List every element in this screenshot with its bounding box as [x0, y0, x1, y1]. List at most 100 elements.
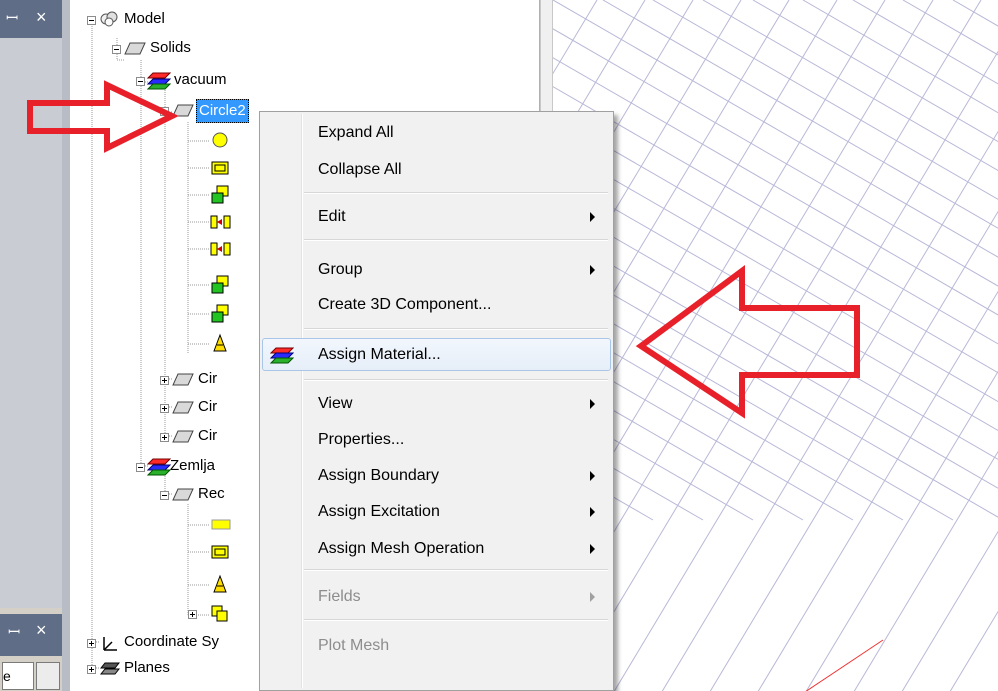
- expand-icon[interactable]: [160, 376, 169, 385]
- submenu-arrow-icon: [590, 592, 595, 602]
- tree-label-vacuum: vacuum: [174, 71, 227, 88]
- solid-icon: [172, 488, 194, 501]
- menu-separator: [304, 569, 608, 571]
- tree-label-coordinate-systems: Coordinate Sy: [124, 633, 220, 650]
- grid-line: [661, 130, 998, 691]
- pane-text-field[interactable]: e: [2, 662, 34, 690]
- tree-item-solids[interactable]: Solids: [112, 37, 312, 61]
- move-icon: [210, 215, 231, 229]
- tree-label-solids: Solids: [150, 39, 191, 56]
- solid-icon: [124, 42, 146, 55]
- pin-icon[interactable]: ꟷ: [6, 8, 18, 28]
- menu-separator: [304, 192, 608, 194]
- grid-line: [613, 50, 998, 691]
- menu-item-create-3d-component[interactable]: Create 3D Component...: [262, 290, 611, 320]
- duplicate-icon: [211, 185, 229, 204]
- properties-pane-body: [0, 38, 62, 608]
- grid-line: [852, 0, 998, 85]
- grid-line: [952, 0, 998, 27]
- tree-item-zemlja[interactable]: Zemlja: [136, 455, 276, 479]
- menu-item-label: Assign Material...: [318, 346, 441, 363]
- tree-item-model[interactable]: Model: [86, 8, 286, 32]
- menu-item-assign-excitation[interactable]: Assign Excitation: [262, 497, 611, 527]
- duplicate-icon: [211, 275, 229, 294]
- tree-label-circle2[interactable]: Circle2: [196, 99, 249, 123]
- cover-lines-icon: [211, 161, 229, 175]
- tree-item-coordinate-systems[interactable]: Coordinate Sy: [86, 631, 286, 655]
- submenu-arrow-icon: [590, 399, 595, 409]
- expand-icon[interactable]: [87, 665, 96, 674]
- close-icon[interactable]: ×: [36, 7, 47, 28]
- sweep-icon: [213, 574, 227, 593]
- menu-item-plot-mesh: Plot Mesh: [262, 631, 611, 661]
- menu-item-fields: Fields: [262, 582, 611, 612]
- menu-item-expand-all[interactable]: Expand All: [262, 118, 611, 148]
- expand-icon[interactable]: [160, 404, 169, 413]
- menu-item-label: Properties...: [318, 431, 405, 448]
- collapse-icon[interactable]: [87, 16, 96, 25]
- collapse-icon[interactable]: [160, 491, 169, 500]
- pane-button[interactable]: [36, 662, 60, 690]
- collapse-icon[interactable]: [112, 45, 121, 54]
- menu-item-view[interactable]: View: [262, 389, 611, 419]
- menu-item-label: View: [318, 395, 353, 412]
- menu-item-edit[interactable]: Edit: [262, 202, 611, 232]
- menu-item-label: Expand All: [318, 124, 394, 141]
- collapse-icon[interactable]: [136, 463, 145, 472]
- menu-separator: [304, 619, 608, 621]
- tree-label-zemlja: Zemlja: [170, 457, 216, 474]
- tree-item-vacuum[interactable]: vacuum: [136, 69, 336, 93]
- solid-icon: [172, 430, 194, 443]
- menu-separator: [304, 328, 608, 330]
- collapse-icon[interactable]: [160, 107, 169, 116]
- grid-line: [997, 690, 998, 691]
- submenu-arrow-icon: [590, 507, 595, 517]
- menu-item-label: Assign Excitation: [318, 503, 440, 520]
- material-icon: [147, 72, 171, 90]
- collapse-icon[interactable]: [136, 77, 145, 86]
- expand-icon[interactable]: [87, 639, 96, 648]
- modeler-3d-view[interactable]: [553, 0, 998, 691]
- pin-icon[interactable]: ꟷ: [8, 622, 20, 642]
- tree-label-circle: Cir: [198, 370, 218, 387]
- solid-icon: [172, 401, 194, 414]
- expand-icon[interactable]: [160, 433, 169, 442]
- grid-line: [805, 370, 998, 691]
- grid-line: [949, 610, 998, 691]
- menu-item-label: Fields: [318, 588, 361, 605]
- tree-label-circle: Cir: [198, 427, 218, 444]
- move-icon: [210, 242, 231, 256]
- menu-item-collapse-all[interactable]: Collapse All: [262, 155, 611, 185]
- menu-item-label: Plot Mesh: [318, 637, 390, 654]
- unite-icon: [211, 605, 228, 622]
- menu-item-assign-material[interactable]: Assign Material...: [262, 338, 611, 371]
- duplicate-icon: [211, 304, 229, 323]
- grid-line: [757, 290, 998, 691]
- tree-label-rectangle: Rec: [198, 485, 225, 502]
- menu-item-label: Assign Mesh Operation: [318, 540, 485, 557]
- coordinate-system-icon: [103, 637, 117, 651]
- material-icon: [147, 458, 171, 476]
- cover-lines-icon: [211, 545, 229, 559]
- menu-item-group[interactable]: Group: [262, 255, 611, 285]
- submenu-arrow-icon: [590, 265, 595, 275]
- planes-icon: [100, 662, 120, 675]
- tree-label-model: Model: [124, 10, 165, 27]
- menu-item-label: Edit: [318, 208, 346, 225]
- close-icon[interactable]: ×: [36, 620, 47, 641]
- expand-icon[interactable]: [188, 610, 197, 619]
- model-icon: [100, 11, 118, 27]
- create-circle-icon: [212, 132, 228, 148]
- menu-separator: [304, 379, 608, 381]
- tree-item-planes[interactable]: Planes: [86, 657, 286, 681]
- create-rectangle-icon: [211, 519, 231, 530]
- submenu-arrow-icon: [590, 544, 595, 554]
- solid-icon: [172, 373, 194, 386]
- submenu-arrow-icon: [590, 212, 595, 222]
- menu-item-assign-boundary[interactable]: Assign Boundary: [262, 461, 611, 491]
- menu-item-properties[interactable]: Properties...: [262, 425, 611, 455]
- tree-label-planes: Planes: [124, 659, 170, 676]
- sweep-icon: [213, 333, 227, 352]
- menu-item-assign-mesh-operation[interactable]: Assign Mesh Operation: [262, 534, 611, 564]
- submenu-arrow-icon: [590, 471, 595, 481]
